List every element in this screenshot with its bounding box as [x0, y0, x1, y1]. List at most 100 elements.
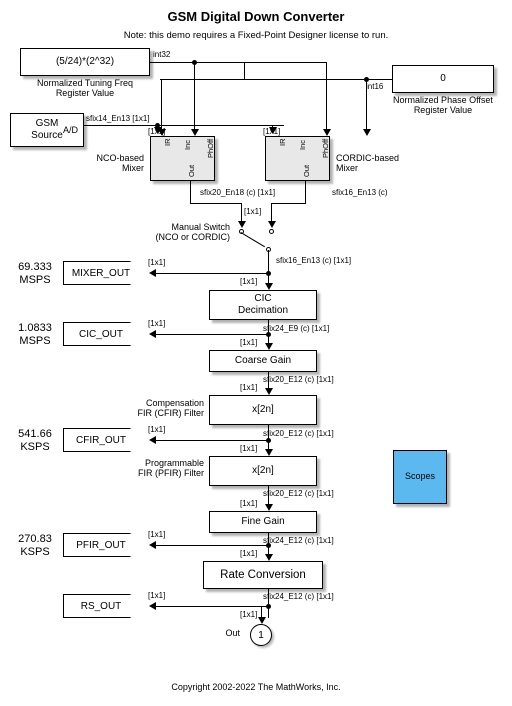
wire-tap-mixer-out — [156, 273, 269, 274]
cordic-mixer-port-ir: IR — [278, 138, 287, 147]
arrow-cordic-phoff — [363, 129, 371, 136]
fine-gain-label: Fine Gain — [241, 515, 285, 527]
signal-type-int32: int32 — [153, 50, 171, 59]
block-normalized-tuning-freq[interactable]: (5/24)*(2^32) — [20, 48, 150, 76]
signal-type-fine-gain-out: sfix24_E12 (c) [1x1] — [263, 536, 334, 545]
arrow-cordic-ir — [269, 127, 277, 134]
signal-type-nco-out: sfix20_En18 (c) [1x1] — [200, 188, 276, 197]
out-port-label: Out — [225, 628, 240, 638]
signal-type-coarse-gain-out: sfix20_E12 (c) [1x1] — [263, 375, 334, 384]
gsm-source-label: GSM Source — [31, 117, 63, 142]
nco-mixer-caption: NCO-based Mixer — [96, 153, 144, 174]
dim-label-nco-sw: [1x1] — [244, 207, 262, 216]
wire-tap-rs-out — [156, 606, 269, 607]
tap-cfir-out[interactable]: CFIR_OUT — [63, 428, 153, 452]
wire-phaseoffset-to-nco-phoff — [161, 79, 162, 130]
arrow-coarsegain-in — [265, 343, 273, 350]
signal-type-gsm-source-out: sfix14_En13 [1x1] — [86, 114, 150, 123]
nco-mixer-port-ir: IR — [163, 138, 172, 147]
wire-rateconv-out-stub — [261, 606, 262, 620]
tuning-freq-value: (5/24)*(2^32) — [55, 55, 115, 67]
coarse-gain-label: Coarse Gain — [234, 354, 292, 366]
wire-gsm-to-nco-ir — [157, 125, 158, 131]
scopes-label: Scopes — [404, 471, 436, 482]
pfir-label: x[2n] — [252, 464, 274, 476]
dim-label-tap-rs: [1x1] — [148, 591, 166, 600]
wire-coarsegain-to-cfir — [268, 372, 269, 389]
wire-switch-to-cic — [268, 250, 269, 284]
nco-mixer-port-inc: Inc — [183, 139, 192, 150]
rate-cfir-out: 541.66 KSPS — [18, 428, 52, 454]
dim-label-tap-cic: [1x1] — [148, 319, 166, 328]
signal-type-int16: int16 — [366, 82, 384, 91]
cfir-label: x[2n] — [252, 403, 274, 415]
tap-mixer-out-label: MIXER_OUT — [71, 267, 131, 279]
page-note: Note: this demo requires a Fixed-Point D… — [123, 30, 389, 41]
nco-mixer-port-phoff: PhOff — [206, 138, 215, 158]
nco-mixer-port-out: Out — [187, 164, 196, 177]
dim-label-switch-cic: [1x1] — [240, 277, 258, 286]
arrow-nco-inc — [191, 129, 199, 136]
dim-label-tap-mixer: [1x1] — [148, 258, 166, 267]
manual-switch-node-b[interactable] — [269, 229, 274, 234]
arrow-tap-cfir-out — [149, 436, 156, 444]
block-pfir[interactable]: x[2n] — [209, 456, 317, 486]
tap-cfir-out-label: CFIR_OUT — [76, 434, 126, 446]
tap-pfir-out[interactable]: PFIR_OUT — [63, 533, 153, 557]
tap-mixer-out[interactable]: MIXER_OUT — [63, 261, 153, 285]
arrow-tap-cic-out — [149, 330, 156, 338]
cordic-mixer-caption: CORDIC-based Mixer — [336, 153, 400, 174]
wire-tuningfreq-to-nco-inc — [194, 62, 195, 130]
wire-pfir-to-finegain — [268, 486, 269, 505]
wire-tuningfreq-bus — [150, 62, 327, 63]
wire-cordic-out-down — [305, 181, 306, 203]
arrow-tap-pfir-out — [149, 541, 156, 549]
cordic-mixer-port-phoff: PhOff — [321, 138, 330, 158]
block-fine-gain[interactable]: Fine Gain — [209, 511, 317, 533]
arrow-nco-ir — [154, 127, 162, 134]
cic-label: CIC Decimation — [237, 292, 289, 317]
dim-label-cfir-pfir: [1x1] — [240, 444, 258, 453]
cfir-caption: Compensation FIR (CFIR) Filter — [137, 398, 205, 419]
wire-tuningfreq-to-cordic-inc — [326, 62, 327, 130]
wire-nco-to-switch — [241, 203, 242, 223]
block-normalized-phase-offset[interactable]: 0 — [392, 65, 494, 93]
block-rate-conversion[interactable]: Rate Conversion — [203, 561, 323, 589]
rate-pfir-out: 270.83 KSPS — [18, 533, 52, 559]
rate-conversion-label: Rate Conversion — [220, 568, 306, 581]
dim-label-cg-cfir: [1x1] — [240, 383, 258, 392]
wire-tuningfreq-elbow-down — [244, 62, 245, 79]
signal-type-cordic-out: sfix16_En13 (c) — [332, 188, 388, 197]
pfir-caption: Programmable FIR (PFIR) Filter — [138, 458, 204, 479]
cordic-mixer-port-inc: Inc — [298, 139, 307, 150]
rate-cic-out: 1.0833 MSPS — [18, 322, 52, 348]
signal-type-rate-conversion-out: sfix24_E12 (c) [1x1] — [263, 592, 334, 601]
arrow-rateconv-in — [265, 554, 273, 561]
block-scopes[interactable]: Scopes — [393, 450, 447, 504]
signal-type-switch-out: sfix16_En13 (c) [1x1] — [276, 256, 352, 265]
arrow-out-port-in — [258, 617, 266, 624]
tap-cic-out-label: CIC_OUT — [79, 328, 123, 340]
dim-label-cic-cg: [1x1] — [240, 338, 258, 347]
block-cic-decimation[interactable]: CIC Decimation — [209, 290, 317, 320]
arrow-tap-mixer-out — [149, 269, 156, 277]
wire-phaseoffset-to-cordic-phoff — [366, 79, 367, 130]
page-title: GSM Digital Down Converter — [167, 9, 345, 24]
arrow-finegain-in — [265, 504, 273, 511]
tap-rs-out[interactable]: RS_OUT — [63, 594, 153, 618]
manual-switch-lever[interactable] — [240, 232, 266, 248]
dim-label-pfir-fg: [1x1] — [240, 499, 258, 508]
dim-label-fg-rc: [1x1] — [240, 549, 258, 558]
dim-label-rc-out: [1x1] — [240, 610, 258, 619]
wire-tap-cfir-out — [156, 440, 269, 441]
out-port-1[interactable]: 1 — [250, 624, 272, 646]
gsm-source-ad-port: A/D — [63, 125, 79, 135]
tap-rs-out-label: RS_OUT — [80, 600, 122, 612]
copyright-text: Copyright 2002-2022 The MathWorks, Inc. — [171, 682, 341, 692]
tap-cic-out[interactable]: CIC_OUT — [63, 322, 153, 346]
wire-tap-pfir-out — [156, 545, 269, 546]
signal-type-cfir-out: sfix20_E12 (c) [1x1] — [263, 429, 334, 438]
block-coarse-gain[interactable]: Coarse Gain — [209, 350, 317, 372]
block-cfir[interactable]: x[2n] — [209, 395, 317, 425]
tap-pfir-out-label: PFIR_OUT — [76, 539, 126, 551]
